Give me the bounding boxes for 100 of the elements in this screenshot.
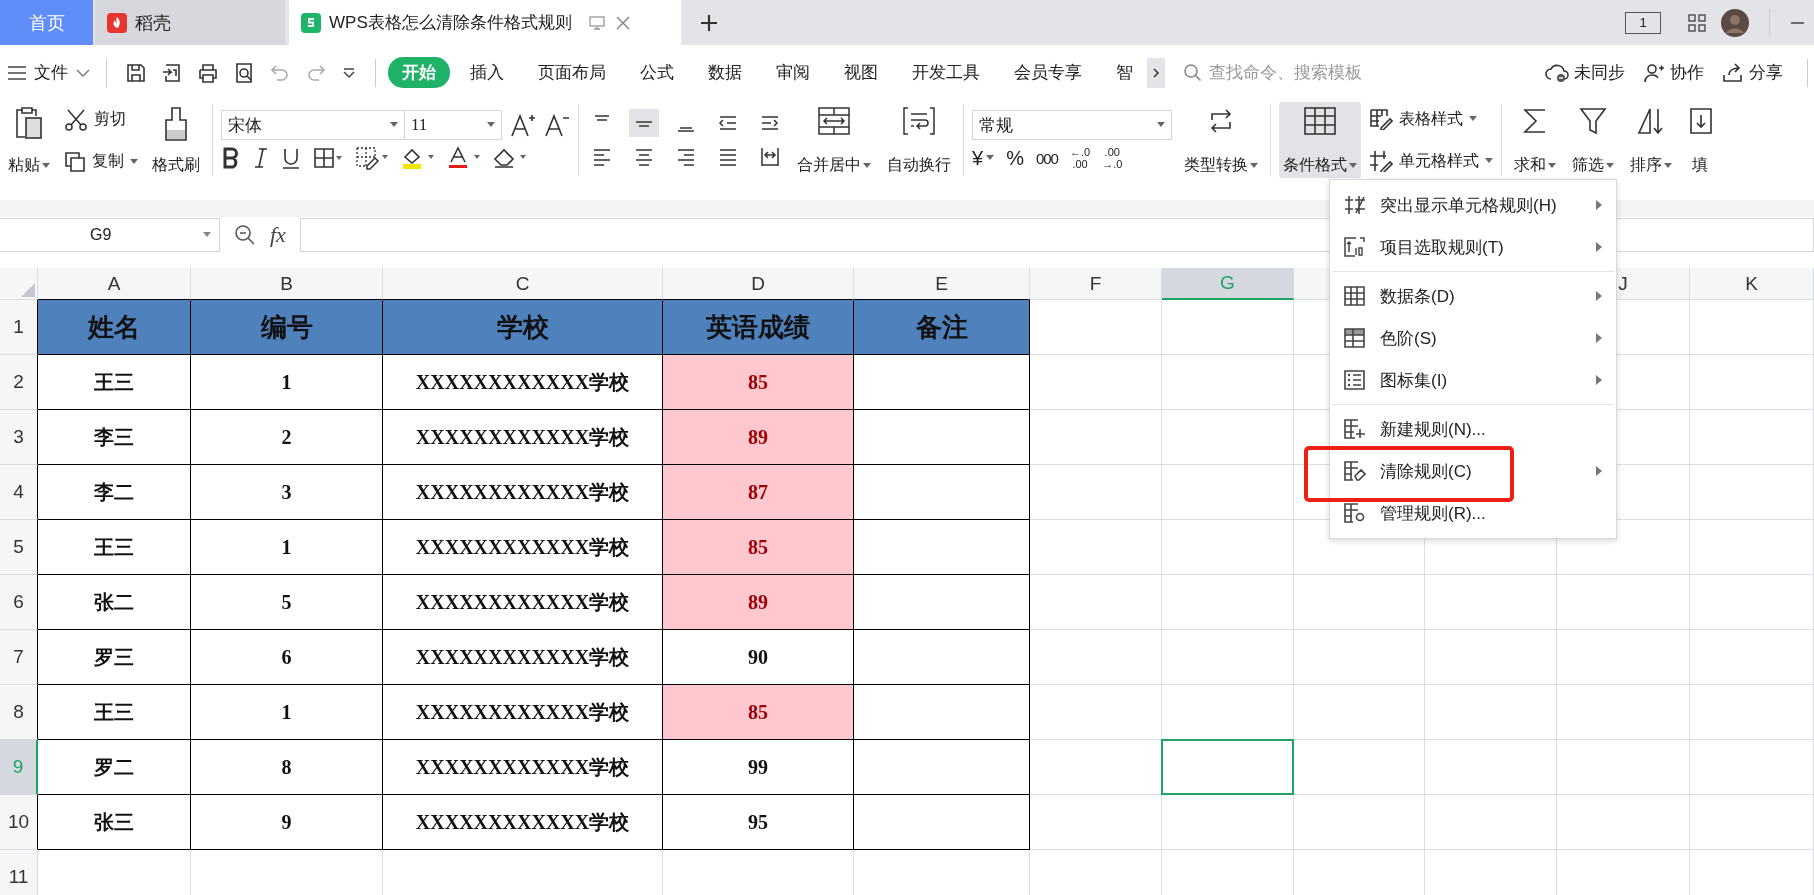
eraser-icon[interactable] <box>493 146 527 170</box>
borders-icon[interactable] <box>313 147 343 169</box>
print-preview-icon[interactable] <box>233 61 255 84</box>
font-size-dropdown[interactable]: 11 <box>404 110 502 140</box>
table-grid-icon <box>1303 106 1337 136</box>
row-header[interactable]: 11 <box>0 850 38 895</box>
table-cell: 85 <box>663 685 854 740</box>
cut-button[interactable]: 剪切 <box>64 107 138 132</box>
ribbon-tab[interactable]: 审阅 <box>762 57 824 88</box>
toolbar-action[interactable]: 协作 <box>1643 61 1704 84</box>
row-header[interactable]: 6 <box>0 575 38 630</box>
document-tab[interactable]: WPS表格怎么清除条件格式规则 <box>289 0 681 45</box>
filter-icon <box>1578 106 1608 136</box>
new-tab-icon[interactable] <box>699 12 719 33</box>
menu-item[interactable]: 项目选取规则(T) <box>1330 226 1616 268</box>
underline-icon[interactable] <box>281 147 301 169</box>
increase-font-icon[interactable] <box>510 112 536 138</box>
paste-button[interactable]: 粘贴 <box>4 102 54 178</box>
empty-cell[interactable] <box>854 795 1030 850</box>
file-menu[interactable]: 文件 <box>8 61 94 84</box>
ribbon-tab[interactable]: 视图 <box>830 57 892 88</box>
row-header[interactable]: 1 <box>0 300 38 355</box>
menu-item[interactable]: 管理规则(R)... <box>1330 492 1616 534</box>
wrap-text-button[interactable]: 自动换行 <box>883 102 955 178</box>
grid-icon[interactable] <box>1687 12 1707 33</box>
ribbon-tab[interactable]: 公式 <box>626 57 688 88</box>
column-header[interactable]: B <box>191 268 383 300</box>
column-header[interactable]: C <box>383 268 663 300</box>
row-header[interactable]: 5 <box>0 520 38 575</box>
fill-color-icon[interactable] <box>401 146 435 170</box>
table-style-button[interactable]: 表格样式 <box>1369 108 1493 130</box>
column-header[interactable]: A <box>38 268 191 300</box>
active-cell[interactable] <box>1161 739 1294 795</box>
ribbon-tab[interactable]: 智 <box>1102 57 1147 88</box>
window-switch-button[interactable]: 1 <box>1625 11 1661 34</box>
manage-rules-icon <box>1344 503 1366 523</box>
ribbon-tab[interactable]: 数据 <box>694 57 756 88</box>
conditional-format-button[interactable]: 条件格式 <box>1279 102 1361 178</box>
column-header[interactable]: E <box>854 268 1030 300</box>
merge-center-button[interactable]: 合并居中 <box>793 102 875 178</box>
toolbar-action[interactable]: 未同步 <box>1545 61 1625 84</box>
italic-icon[interactable] <box>253 147 269 169</box>
font-color-icon[interactable] <box>447 146 481 170</box>
share-icon <box>1722 62 1744 83</box>
align-icon[interactable] <box>629 109 659 137</box>
copy-button[interactable]: 复制 <box>64 150 138 173</box>
empty-cell[interactable] <box>854 630 1030 685</box>
sum-button[interactable]: 求和 <box>1510 102 1560 178</box>
font-name-dropdown[interactable]: 宋体 <box>221 110 405 140</box>
format-painter-button[interactable]: 格式刷 <box>148 102 204 178</box>
ribbon-tab[interactable]: 页面布局 <box>524 57 620 88</box>
fill-button[interactable]: 填 <box>1684 102 1716 178</box>
more-tabs-button[interactable] <box>1147 57 1165 88</box>
document-tab[interactable]: 稻壳 <box>95 0 285 45</box>
menu-item[interactable]: 图标集(I) <box>1330 359 1616 401</box>
filter-button[interactable]: 筛选 <box>1568 102 1618 178</box>
decrease-font-icon[interactable] <box>544 112 570 138</box>
row-header[interactable]: 4 <box>0 465 38 520</box>
ribbon-tab[interactable]: 开发工具 <box>898 57 994 88</box>
row-header[interactable]: 7 <box>0 630 38 685</box>
thousands-separator-button[interactable]: 000 <box>1035 149 1058 167</box>
table-cell: 2 <box>191 410 383 465</box>
ribbon-tab[interactable]: 插入 <box>456 57 518 88</box>
toolbar-action[interactable]: 分享 <box>1722 61 1783 84</box>
caret-icon <box>42 162 50 169</box>
close-icon[interactable] <box>613 13 632 32</box>
sort-button[interactable]: 排序 <box>1626 102 1676 178</box>
name-box[interactable]: G9 <box>0 218 220 252</box>
row-header[interactable]: 3 <box>0 410 38 465</box>
empty-cell[interactable] <box>854 740 1030 795</box>
menu-item[interactable]: 突出显示单元格规则(H) <box>1330 184 1616 226</box>
menu-item[interactable]: 色阶(S) <box>1330 317 1616 359</box>
avatar-icon[interactable] <box>1721 8 1749 37</box>
monitor-icon[interactable] <box>587 13 606 32</box>
bold-icon[interactable] <box>221 147 241 169</box>
column-header[interactable]: D <box>663 268 854 300</box>
row-header[interactable]: 2 <box>0 355 38 410</box>
decrease-decimal-button[interactable]: .00 →.0 <box>1102 146 1123 170</box>
ribbon-tab[interactable]: 会员专享 <box>1000 57 1096 88</box>
number-format-dropdown[interactable]: 常规 <box>972 110 1172 140</box>
export-icon[interactable] <box>161 61 183 84</box>
menu-item[interactable]: 清除规则(C) <box>1330 450 1616 492</box>
menu-item[interactable]: 新建规则(N)... <box>1330 408 1616 450</box>
row-header[interactable]: 8 <box>0 685 38 740</box>
type-convert-button[interactable]: 类型转换 <box>1180 102 1262 178</box>
column-header[interactable]: F <box>1030 268 1162 300</box>
row-header[interactable]: 10 <box>0 795 38 850</box>
percent-button[interactable]: % <box>1006 146 1024 170</box>
cell-format-icon[interactable] <box>355 146 389 170</box>
save-icon[interactable] <box>125 61 147 84</box>
select-all-corner[interactable] <box>0 268 38 300</box>
caret-icon <box>1349 162 1357 169</box>
cell-style-button[interactable]: 单元格样式 <box>1369 150 1493 172</box>
column-header[interactable]: K <box>1690 268 1814 300</box>
table-cell: 9 <box>191 795 383 850</box>
zoom-icon[interactable] <box>234 224 256 246</box>
currency-button[interactable]: ¥ <box>972 146 995 170</box>
function-label[interactable]: fx <box>270 222 286 248</box>
increase-decimal-button[interactable]: ←.0 .00 <box>1069 146 1091 170</box>
print-icon[interactable] <box>197 61 219 84</box>
